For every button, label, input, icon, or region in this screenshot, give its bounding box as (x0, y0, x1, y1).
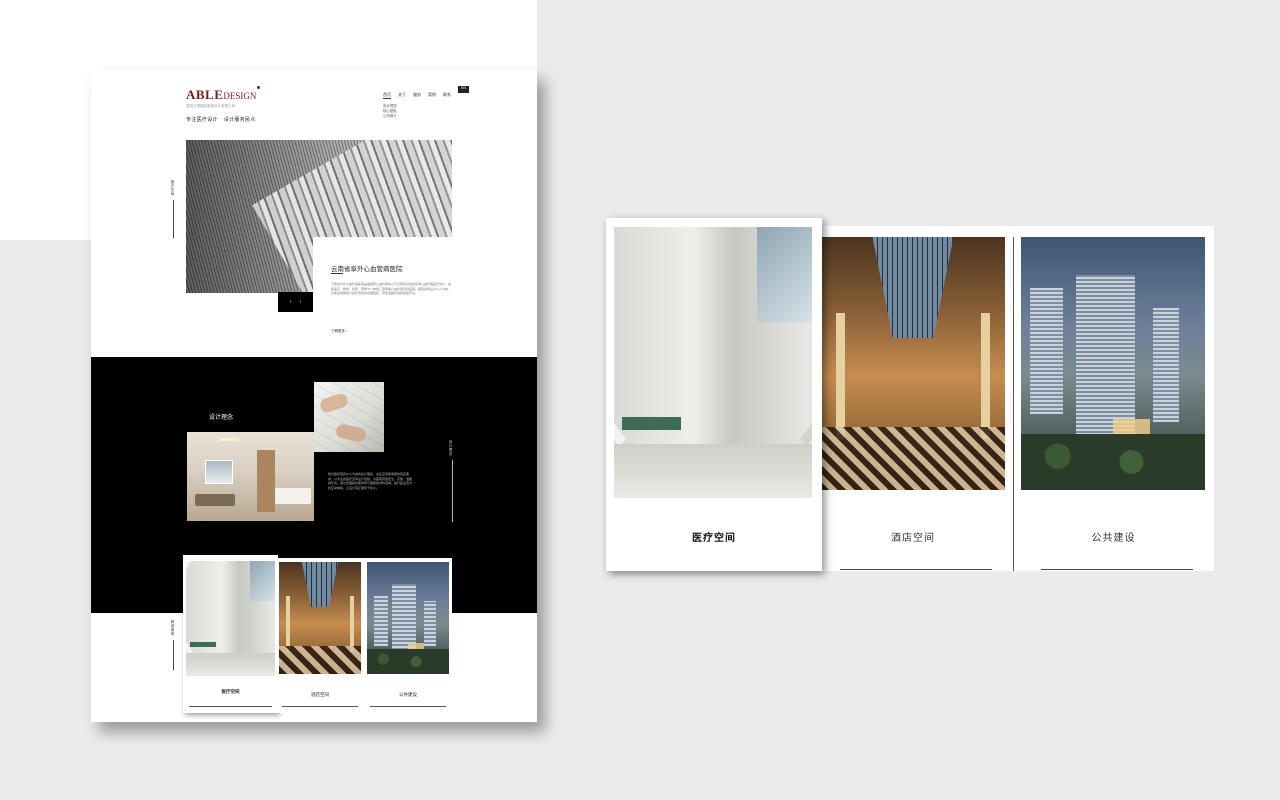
chevron-right-icon: › (345, 329, 348, 333)
concept-body: 我们始终坚持以人为本的设计理念，关注空间使用者的真实需求，以专业的医疗空间设计经… (328, 472, 413, 490)
category-card-hotel[interactable]: 酒店空间 (276, 558, 364, 713)
nav-item-contact[interactable]: 联系 (443, 92, 451, 99)
logo-company-name: 昆明艾博建筑装饰设计有限公司 (186, 104, 235, 108)
underline (840, 569, 992, 570)
medical-space-image-large (614, 227, 812, 498)
hotel-space-image (279, 562, 361, 674)
large-category-strip: 酒店空间 公共建设 (813, 226, 1214, 571)
category-label: 酒店空间 (311, 692, 329, 697)
arrow-right-icon[interactable]: › (300, 299, 302, 305)
nav-item-home[interactable]: 首页 (383, 92, 391, 99)
underline (189, 706, 272, 707)
divider (331, 273, 343, 274)
tagline-part: 设计服务民众 (223, 117, 256, 123)
sub-nav-item[interactable]: 公司简介 (383, 114, 397, 119)
sub-nav: 设计理念 核心团队 公司简介 (383, 104, 397, 119)
hero-card-body: 云南省阜外心血管病医院是由国家心血管病中心与云南省共建的区域心血管病医疗中心，是… (331, 282, 452, 295)
webpage-mockup: ABLEDESIGN 昆明艾博建筑装饰设计有限公司 首页 关于 服务 案例 联系… (91, 70, 537, 722)
category-label-large: 酒店空间 (891, 533, 935, 544)
logo-brand-light: DESIGN (223, 91, 257, 101)
category-card-medical[interactable]: 医疗空间 (183, 555, 278, 713)
underline (1041, 569, 1193, 570)
hero-info-card: 云南省阜外心血管病医院 云南省阜外心血管病医院是由国家心血管病中心与云南省共建的… (313, 237, 537, 359)
side-label-concept: 设计理念 (449, 440, 453, 456)
category-label-large: 医疗空间 (692, 533, 736, 544)
tagline: 专注医疗设计 设计服务民众 (186, 116, 262, 123)
underline (282, 706, 358, 707)
public-building-image-large (1021, 237, 1205, 490)
logo-dot-icon (257, 86, 261, 89)
read-more-link[interactable]: 了解更多 › (331, 329, 347, 334)
slider-arrows: ‹ › (278, 292, 313, 312)
language-toggle[interactable]: EN (458, 86, 469, 93)
nav-item-about[interactable]: 关于 (398, 92, 406, 99)
large-category-card-medical[interactable]: 医疗空间 (606, 218, 822, 571)
read-more-label: 了解更多 (331, 329, 345, 333)
ward-room-image (187, 432, 314, 521)
category-label-large: 公共建设 (1091, 533, 1136, 544)
blueprint-image (314, 382, 384, 452)
logo[interactable]: ABLEDESIGN 昆明艾博建筑装饰设计有限公司 (186, 86, 261, 109)
side-line (173, 640, 174, 670)
nav-item-cases[interactable]: 案例 (428, 92, 436, 99)
nav-item-service[interactable]: 服务 (413, 92, 421, 99)
logo-brand-bold: ABLE (186, 87, 224, 102)
separator (1013, 237, 1014, 571)
category-card-public[interactable]: 公共建设 (364, 558, 452, 713)
side-line (173, 200, 174, 238)
arrow-left-icon[interactable]: ‹ (290, 299, 292, 305)
side-label-cases: 精选案例 (171, 620, 175, 636)
category-label: 医疗空间 (221, 689, 240, 694)
medical-space-image (186, 561, 275, 676)
underline (370, 706, 446, 707)
public-building-image (367, 562, 449, 674)
hotel-space-image-large (821, 237, 1005, 490)
concept-title: 设计理念 (209, 415, 234, 421)
hero-card-title: 云南省阜外心血管病医院 (331, 266, 403, 273)
category-label: 公共建设 (399, 692, 417, 697)
top-nav: 首页 关于 服务 案例 联系 EN (383, 86, 469, 99)
side-line (452, 460, 453, 522)
side-label-hero: 医疗空间 (171, 180, 175, 196)
tagline-part: 专注医疗设计 (186, 117, 218, 123)
